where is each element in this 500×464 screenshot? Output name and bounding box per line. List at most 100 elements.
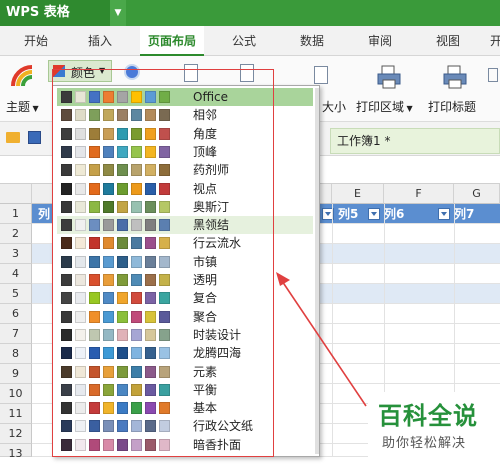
- tab-insert[interactable]: 插入: [78, 26, 122, 56]
- color-button[interactable]: 颜色 ▼: [48, 60, 112, 82]
- theme-option[interactable]: 行政公文纸: [57, 417, 313, 435]
- print-area-button[interactable]: 打印区域 ▼: [356, 98, 413, 115]
- theme-option[interactable]: 顶峰: [57, 143, 313, 161]
- theme-option[interactable]: 角度: [57, 125, 313, 143]
- theme-color-swatch: [159, 365, 170, 378]
- theme-color-swatch: [117, 219, 128, 232]
- row-header[interactable]: 11: [0, 404, 32, 424]
- tab-data[interactable]: 数据: [290, 26, 334, 56]
- theme-option-label: 行云流水: [193, 236, 242, 251]
- theme-color-swatch: [61, 310, 72, 323]
- table-header-cell: 列5: [322, 204, 358, 224]
- document-tab[interactable]: 工作簿1 *: [330, 128, 500, 154]
- theme-color-swatch: [131, 109, 142, 122]
- print-title-button[interactable]: 打印标题: [428, 98, 476, 115]
- theme-color-swatch: [61, 438, 72, 451]
- row-header[interactable]: 1: [0, 204, 32, 224]
- theme-option-label: 顶峰: [193, 144, 218, 159]
- row-header[interactable]: 2: [0, 224, 32, 244]
- theme-color-swatch: [103, 328, 114, 341]
- table-header-cell-label: 列5: [338, 207, 359, 221]
- theme-color-swatch: [117, 274, 128, 286]
- column-header-e[interactable]: E: [332, 184, 384, 204]
- column-header-f[interactable]: F: [384, 184, 454, 204]
- theme-color-swatch: [117, 292, 128, 305]
- app-menu-button[interactable]: WPS 表格: [0, 0, 110, 26]
- row-header[interactable]: 9: [0, 364, 32, 384]
- theme-color-swatch: [145, 237, 156, 250]
- theme-option[interactable]: Office: [57, 88, 313, 107]
- theme-option-label: 时装设计: [193, 327, 242, 342]
- tab-formulas[interactable]: 公式: [222, 26, 266, 56]
- orientation-icon[interactable]: [240, 64, 254, 82]
- theme-option-label: 奥斯汀: [193, 199, 230, 214]
- tab-start[interactable]: 开始: [14, 26, 58, 56]
- select-all-corner[interactable]: [0, 184, 32, 204]
- size-button[interactable]: 大小: [322, 98, 346, 115]
- theme-color-swatch: [103, 164, 114, 177]
- save-icon[interactable]: [28, 131, 41, 144]
- theme-option[interactable]: 行云流水: [57, 234, 313, 252]
- theme-option[interactable]: 黑领结: [57, 216, 313, 235]
- filter-dropdown-icon[interactable]: [438, 208, 450, 220]
- theme-color-swatch: [75, 383, 86, 396]
- theme-option[interactable]: 暗香扑面: [57, 436, 313, 454]
- app-title: WPS 表格: [6, 5, 70, 20]
- theme-option-label: 透明: [193, 273, 218, 287]
- theme-color-swatch: [75, 402, 86, 415]
- theme-color-swatch: [117, 347, 128, 360]
- theme-color-swatch: [89, 292, 100, 305]
- tab-view[interactable]: 视图: [426, 26, 470, 56]
- app-menu-dropdown-icon[interactable]: ▼: [110, 0, 126, 26]
- row-header[interactable]: 7: [0, 324, 32, 344]
- tab-review[interactable]: 审阅: [358, 26, 402, 56]
- print-area-icon[interactable]: [376, 64, 402, 90]
- theme-color-swatch: [61, 365, 72, 378]
- row-header[interactable]: 12: [0, 424, 32, 444]
- theme-color-swatch: [159, 328, 170, 341]
- theme-option[interactable]: 药剂师: [57, 161, 313, 179]
- theme-color-swatch: [117, 145, 128, 158]
- theme-color-swatch: [131, 383, 142, 396]
- theme-color-swatch: [117, 383, 128, 396]
- effects-icon[interactable]: [124, 64, 140, 80]
- theme-button[interactable]: 主题 ▼: [6, 98, 39, 115]
- theme-option[interactable]: 相邻: [57, 106, 313, 124]
- table-header-cell-label: 列7: [454, 207, 475, 221]
- theme-color-swatch: [103, 383, 114, 396]
- theme-color-swatch: [159, 292, 170, 305]
- row-header[interactable]: 6: [0, 304, 32, 324]
- row-header[interactable]: 3: [0, 244, 32, 264]
- column-header-g[interactable]: G: [454, 184, 500, 204]
- theme-color-swatch: [75, 347, 86, 360]
- theme-icon[interactable]: [10, 64, 36, 90]
- theme-color-swatch: [117, 402, 128, 415]
- print-title-icon[interactable]: [442, 64, 468, 90]
- theme-color-swatch: [75, 438, 86, 451]
- more-icon[interactable]: [488, 68, 498, 82]
- theme-color-swatch: [131, 237, 142, 250]
- theme-color-swatch: [131, 127, 142, 140]
- theme-color-swatch: [159, 274, 170, 286]
- theme-color-swatch: [89, 219, 100, 232]
- row-header[interactable]: 5: [0, 284, 32, 304]
- theme-color-swatch: [75, 109, 86, 122]
- page-size-icon[interactable]: [314, 66, 328, 84]
- theme-color-swatch: [103, 145, 114, 158]
- theme-color-swatch: [61, 109, 72, 122]
- row-header[interactable]: 10: [0, 384, 32, 404]
- theme-color-swatch: [103, 438, 114, 451]
- tab-page-layout[interactable]: 页面布局: [140, 26, 204, 56]
- filter-dropdown-icon[interactable]: [368, 208, 380, 220]
- watermark: 百科全说 助你轻松解决: [368, 392, 500, 457]
- row-header[interactable]: 8: [0, 344, 32, 364]
- theme-color-swatch: [145, 310, 156, 323]
- theme-option[interactable]: 奥斯汀: [57, 198, 313, 216]
- theme-option[interactable]: 视点: [57, 180, 313, 198]
- tab-dev[interactable]: 开: [486, 26, 500, 56]
- margins-icon[interactable]: [184, 64, 198, 82]
- row-header[interactable]: 4: [0, 264, 32, 284]
- open-folder-icon[interactable]: [6, 132, 20, 143]
- row-header[interactable]: 13: [0, 444, 32, 460]
- theme-option[interactable]: 市镇: [57, 253, 313, 271]
